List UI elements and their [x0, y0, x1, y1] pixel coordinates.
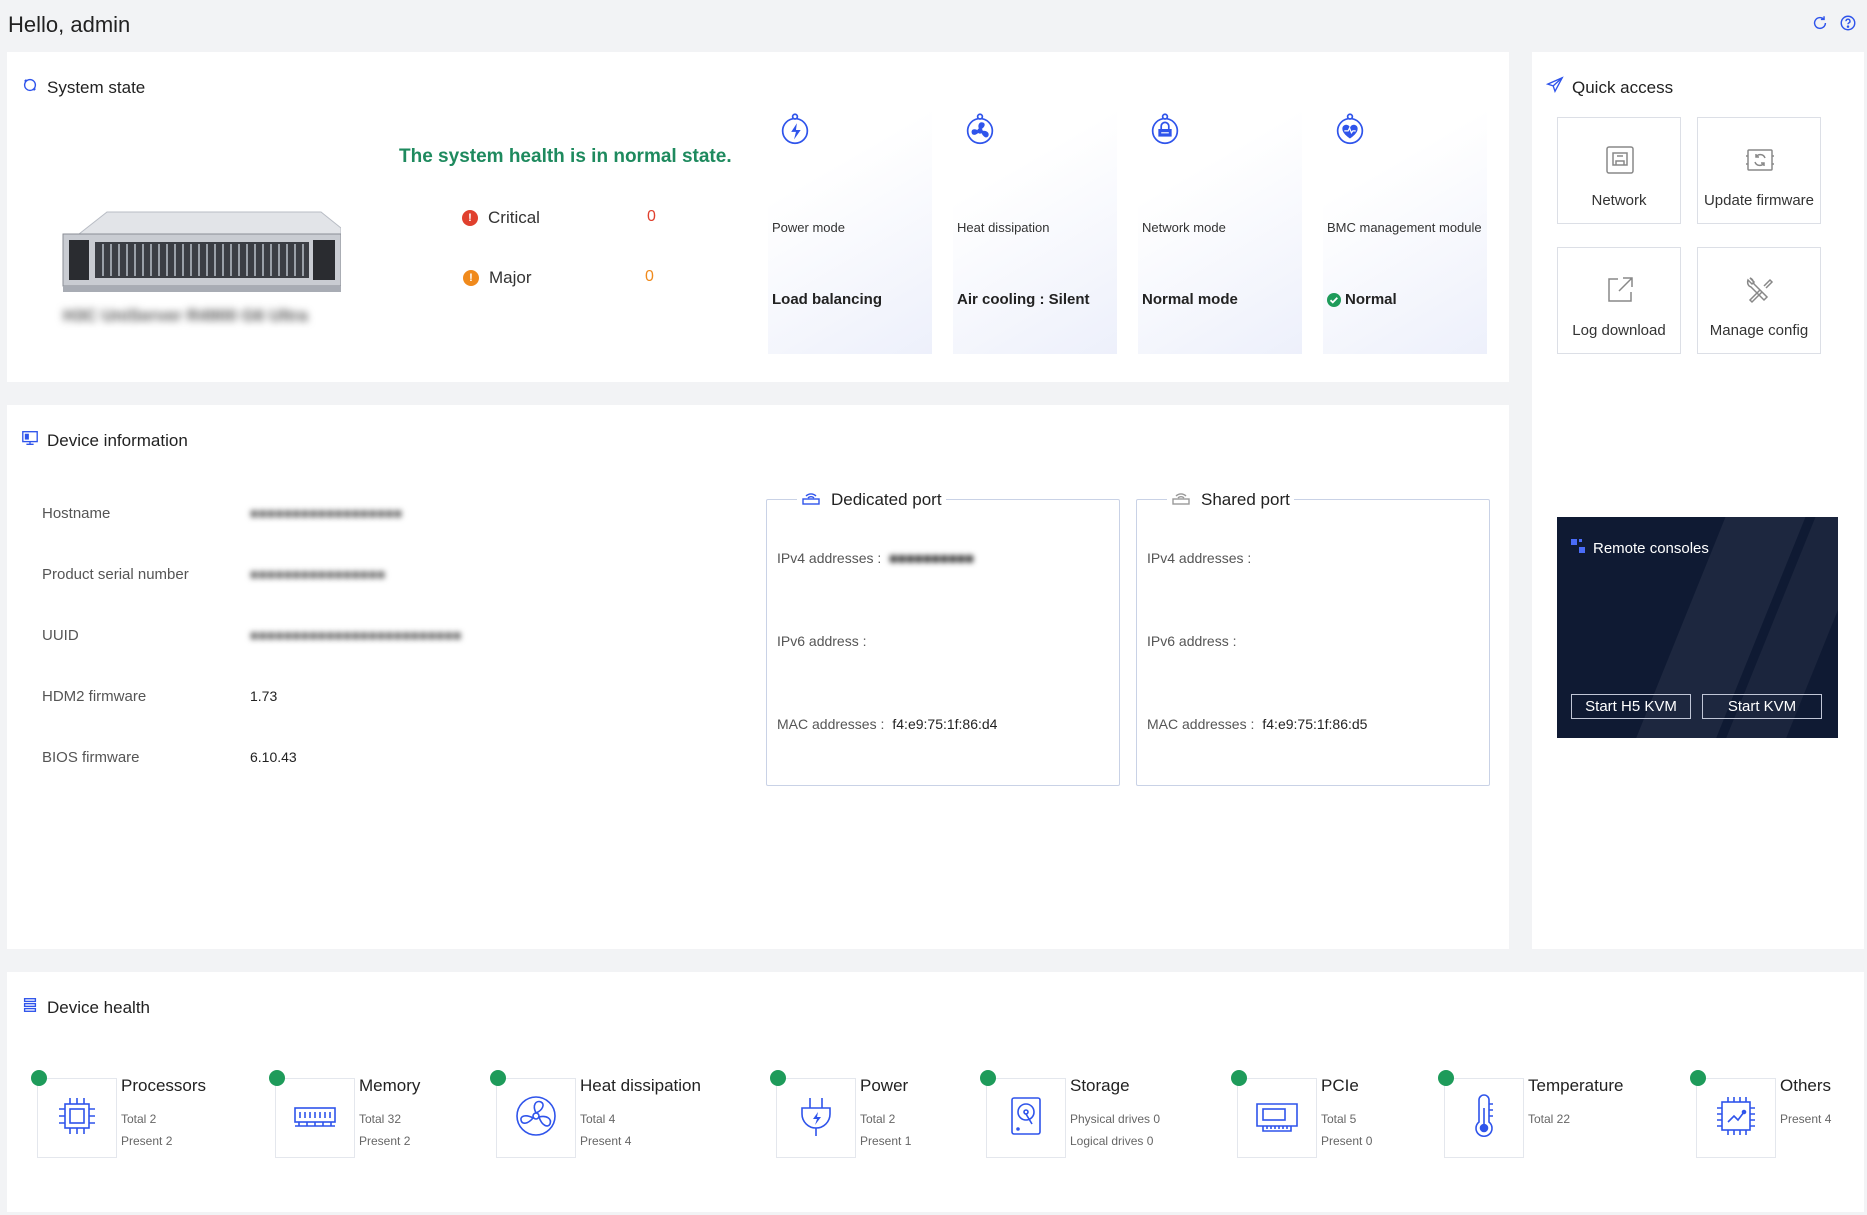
hard-drive-icon	[1002, 1092, 1050, 1145]
board-chip-icon	[1712, 1092, 1760, 1145]
status-ok-dot	[980, 1070, 996, 1086]
alarm-major[interactable]: ! Major	[463, 268, 532, 288]
status-ok-dot	[1438, 1070, 1454, 1086]
card-network-mode[interactable]: Network mode Normal mode	[1138, 96, 1302, 354]
remote-consoles-card: Remote consoles Start H5 KVM Start KVM	[1557, 517, 1838, 738]
router-icon	[1171, 487, 1191, 512]
shared-mac-label: MAC addresses :	[1147, 716, 1255, 732]
dedicated-ipv6-label: IPv6 address :	[777, 633, 867, 649]
device-information-panel: Device information Hostname ■■■■■■■■■■■■…	[7, 405, 1509, 949]
alarm-critical[interactable]: ! Critical	[462, 208, 540, 228]
dedicated-ipv4-value: ■■■■■■■■■■	[889, 550, 974, 566]
dedicated-mac-value: f4:e9:75:1f:86:d4	[892, 716, 998, 732]
greeting: Hello, admin	[8, 12, 131, 37]
bios-firmware-label: BIOS firmware	[42, 749, 140, 766]
check-circle-icon	[1327, 292, 1341, 307]
quick-access-panel: Quick access Network Update firmware Log…	[1532, 52, 1864, 949]
status-ok-dot	[490, 1070, 506, 1086]
status-ok-dot	[31, 1070, 47, 1086]
uuid-value: ■■■■■■■■■■■■■■■■■■■■■■■■■	[250, 627, 462, 643]
dedicated-port-box: Dedicated port IPv4 addresses : ■■■■■■■■■…	[766, 487, 1120, 786]
critical-alert-icon: !	[462, 210, 478, 226]
major-alert-icon: !	[463, 270, 479, 286]
critical-count[interactable]: 0	[647, 208, 656, 226]
major-count[interactable]: 0	[645, 268, 654, 286]
hostname-label: Hostname	[42, 505, 111, 522]
status-ok-dot	[1690, 1070, 1706, 1086]
card-power-mode[interactable]: Power mode Load balancing	[768, 96, 932, 354]
fan-icon	[512, 1092, 560, 1145]
system-state-title: System state	[21, 76, 145, 99]
monitor-icon	[21, 429, 39, 452]
device-health-panel: Device health Processors Total 2 Present…	[7, 972, 1864, 1212]
serial-number-label: Product serial number	[42, 566, 189, 583]
shared-port-title: Shared port	[1201, 489, 1290, 509]
cpu-icon	[53, 1092, 101, 1145]
shared-mac-value: f4:e9:75:1f:86:d5	[1262, 716, 1368, 732]
health-message: The system health is in normal state.	[399, 146, 732, 167]
shared-ipv6-label: IPv6 address :	[1147, 633, 1237, 649]
top-toolbar	[1811, 14, 1857, 37]
shared-ipv4-label: IPv4 addresses :	[1147, 550, 1252, 566]
quick-access-title: Quick access	[1545, 76, 1673, 99]
memory-icon	[291, 1092, 339, 1145]
pcie-card-icon	[1253, 1092, 1301, 1145]
dedicated-mac-label: MAC addresses :	[777, 716, 885, 732]
dedicated-port-title: Dedicated port	[831, 489, 942, 509]
device-health-title: Device health	[21, 996, 150, 1019]
refresh-icon[interactable]	[1811, 14, 1829, 37]
log-download-button[interactable]: Log download	[1557, 247, 1681, 354]
send-plane-icon	[1545, 76, 1564, 99]
remote-console-icon	[1571, 539, 1585, 557]
cycle-icon	[21, 76, 39, 99]
server-image	[59, 182, 342, 312]
stack-icon	[21, 996, 39, 1019]
start-h5-kvm-button[interactable]: Start H5 KVM	[1571, 694, 1691, 719]
bmc-status-value: Normal	[1345, 291, 1397, 308]
card-heat-dissipation[interactable]: Heat dissipation Air cooling : Silent	[953, 96, 1117, 354]
bios-firmware-value: 6.10.43	[250, 749, 297, 765]
server-model-name: H3C UniServer R4900 G6 Ultra	[63, 306, 308, 325]
hostname-value: ■■■■■■■■■■■■■■■■■■	[250, 505, 403, 521]
uuid-label: UUID	[42, 627, 79, 644]
network-button[interactable]: Network	[1557, 117, 1681, 224]
card-bmc-module[interactable]: BMC management module Normal	[1323, 96, 1487, 354]
remote-consoles-title: Remote consoles	[1593, 539, 1709, 557]
status-ok-dot	[1231, 1070, 1247, 1086]
router-icon	[801, 487, 821, 512]
status-ok-dot	[770, 1070, 786, 1086]
status-ok-dot	[269, 1070, 285, 1086]
manage-config-button[interactable]: Manage config	[1697, 247, 1821, 354]
dedicated-ipv4-label: IPv4 addresses :	[777, 550, 882, 566]
shared-port-box: Shared port IPv4 addresses : IPv6 addres…	[1136, 487, 1490, 786]
system-state-panel: System state H3C UniServer R4900 G6 Ultr…	[7, 52, 1509, 382]
thermometer-icon	[1460, 1092, 1508, 1145]
help-icon[interactable]	[1839, 14, 1857, 37]
device-information-title: Device information	[21, 429, 188, 452]
hdm2-firmware-value: 1.73	[250, 688, 278, 704]
update-firmware-button[interactable]: Update firmware	[1697, 117, 1821, 224]
serial-number-value: ■■■■■■■■■■■■■■■■	[250, 566, 386, 582]
start-kvm-button[interactable]: Start KVM	[1702, 694, 1822, 719]
power-plug-icon	[792, 1092, 840, 1145]
hdm2-firmware-label: HDM2 firmware	[42, 688, 147, 705]
